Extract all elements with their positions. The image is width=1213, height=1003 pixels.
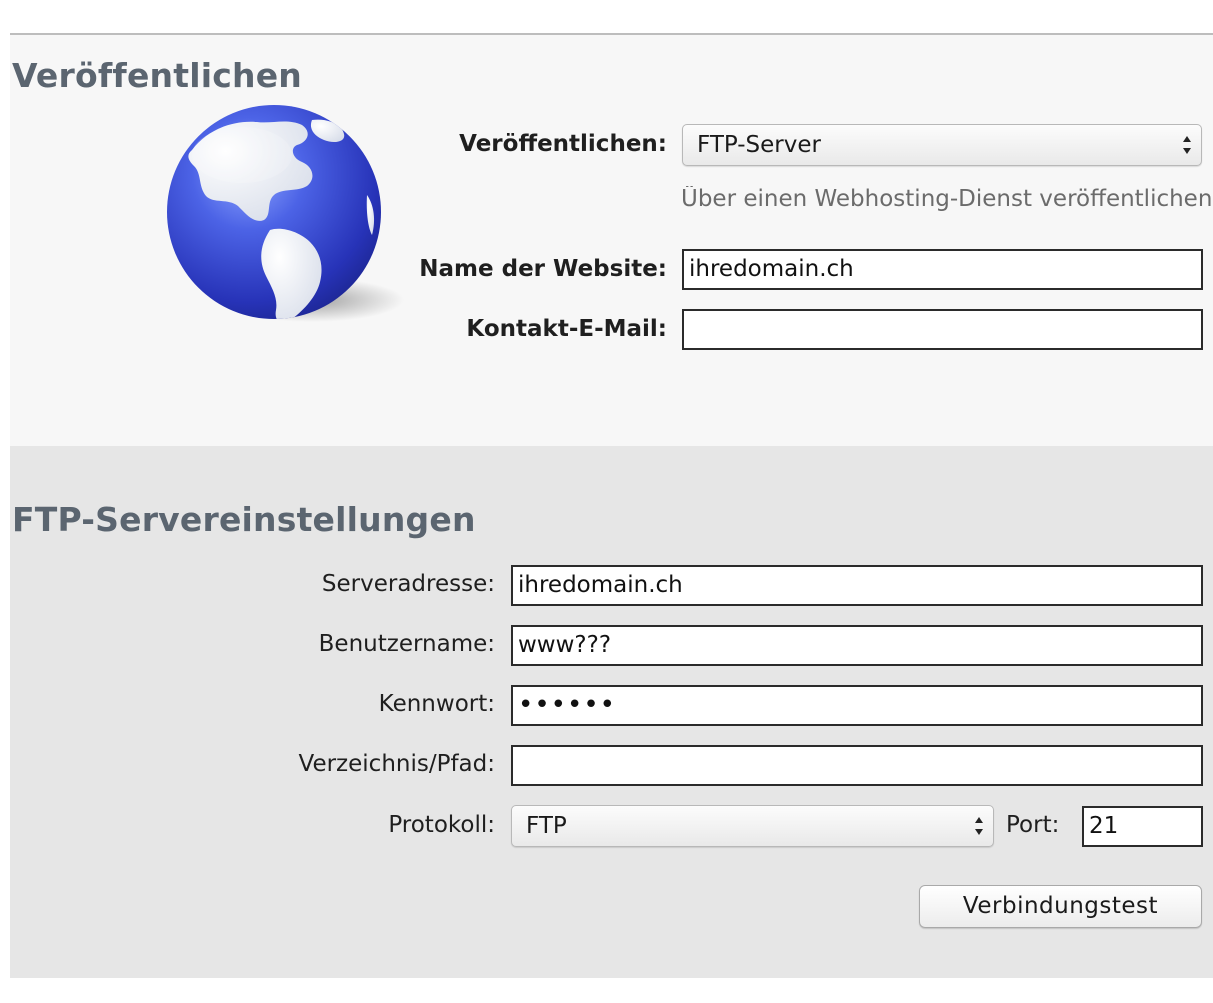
protocol-label: Protokoll: [388,812,495,838]
publish-method-value: FTP-Server [697,132,821,158]
username-field[interactable]: www??? [511,625,1203,666]
publish-label: Veröffentlichen: [459,131,667,157]
ftp-section-title: FTP-Servereinstellungen [12,500,476,539]
server-address-label: Serveradresse: [321,571,495,597]
server-address-field[interactable]: ihredomain.ch [511,565,1203,606]
password-label: Kennwort: [378,691,495,717]
site-name-label: Name der Website: [419,256,667,282]
connection-test-button[interactable]: Verbindungstest [919,885,1202,928]
up-down-arrows-icon [1183,136,1191,154]
protocol-select[interactable]: FTP [511,805,994,847]
publish-hint-text: Über einen Webhosting-Dienst veröffentli… [681,186,1213,212]
protocol-value: FTP [526,813,567,839]
contact-email-label: Kontakt-E-Mail: [466,316,667,342]
port-label: Port: [1006,812,1060,838]
globe-icon [167,105,404,322]
publish-section-title: Veröffentlichen [12,56,302,95]
username-label: Benutzername: [318,631,495,657]
publish-method-select[interactable]: FTP-Server [682,124,1202,166]
up-down-arrows-icon [975,817,983,835]
site-name-field[interactable]: ihredomain.ch [682,249,1203,290]
port-field[interactable]: 21 [1082,806,1203,847]
password-field[interactable]: •••••• [511,685,1203,726]
contact-email-field[interactable] [682,309,1203,350]
path-label: Verzeichnis/Pfad: [298,751,496,777]
path-field[interactable] [511,745,1203,786]
